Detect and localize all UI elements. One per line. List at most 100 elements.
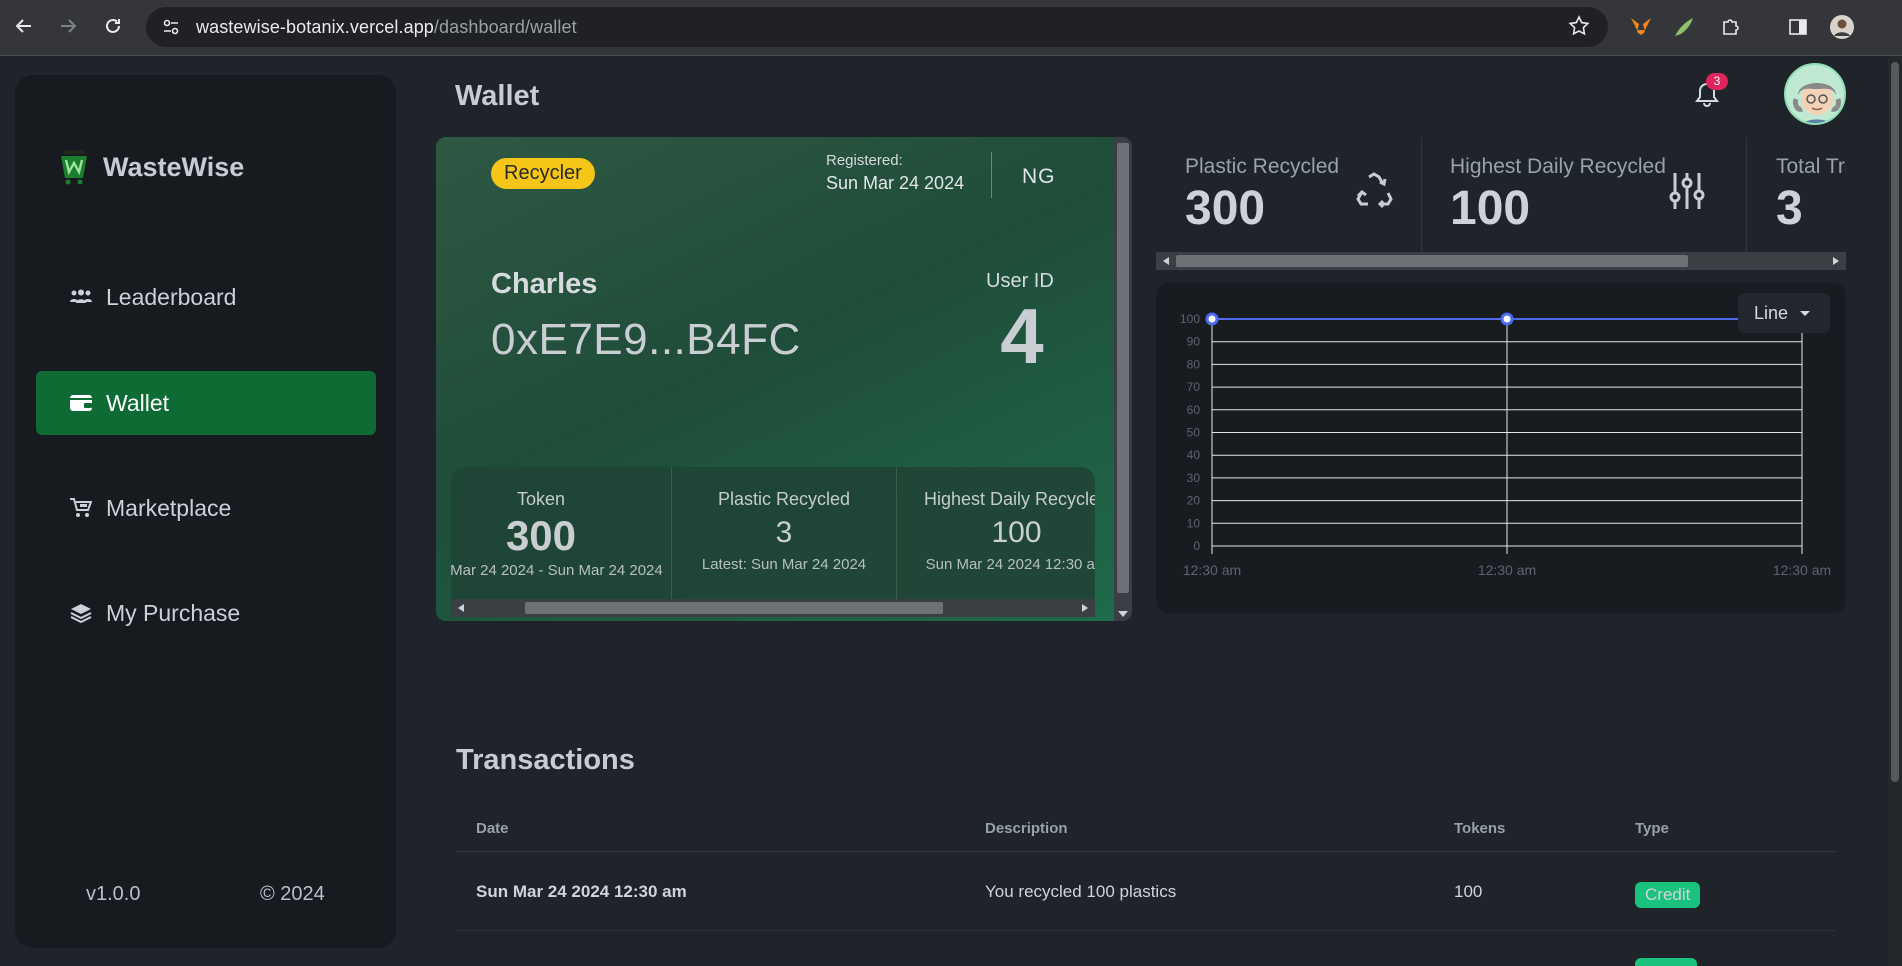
site-settings-icon[interactable] (160, 16, 182, 38)
cell-tokens: 100 (1454, 882, 1483, 901)
y-tick-label: 50 (1187, 426, 1201, 440)
sidebar-item-marketplace[interactable]: Marketplace (36, 476, 376, 540)
side-panel-icon[interactable] (1785, 14, 1811, 40)
y-tick-label: 80 (1187, 357, 1201, 371)
scroll-right-arrow-icon[interactable] (1833, 257, 1839, 265)
scroll-left-arrow-icon[interactable] (458, 604, 464, 612)
sidebar-item-my-purchase[interactable]: My Purchase (36, 581, 376, 645)
y-tick-label: 20 (1187, 494, 1201, 508)
app-version: v1.0.0 (86, 883, 141, 905)
stat-value: 100 (991, 516, 1042, 549)
scroll-right-arrow-icon[interactable] (1082, 604, 1088, 612)
metamask-extension-icon[interactable] (1628, 14, 1654, 40)
summary-horizontal-scrollbar[interactable] (1156, 252, 1846, 270)
chart-type-select[interactable]: Line (1738, 293, 1830, 333)
column-header-description[interactable]: Description (985, 820, 1068, 837)
reload-icon[interactable] (99, 12, 127, 40)
summary-value: 3 (1776, 182, 1803, 235)
layers-icon (66, 603, 96, 623)
user-id-value: 4 (1000, 292, 1044, 380)
sidebar-item-leaderboard[interactable]: Leaderboard (36, 265, 376, 329)
extension-icon[interactable] (1671, 14, 1697, 40)
card-vertical-scrollbar[interactable] (1114, 137, 1132, 621)
stat-value: 300 (505, 512, 577, 559)
transactions-table: Date Description Tokens Type Sun Mar 24 … (456, 808, 1836, 931)
brand[interactable]: WasteWise (59, 149, 244, 185)
y-tick-label: 90 (1187, 335, 1201, 349)
table-row[interactable]: Sun Mar 24 2024 12:30 am You recycled 10… (456, 852, 1836, 931)
sidebar-item-label: Leaderboard (106, 283, 237, 310)
stat-sub: Sun Mar 24 2024 12:30 am (925, 556, 1095, 573)
x-tick-label: 12:30 am (1478, 562, 1536, 578)
type-badge: Credit (1635, 882, 1701, 908)
stat-highest-daily: Highest Daily Recycled 100 Sun Mar 24 20… (896, 467, 1095, 603)
wallet-icon (66, 394, 96, 412)
y-tick-label: 100 (1180, 312, 1200, 326)
url-text: wastewise-botanix.vercel.app/dashboard/w… (196, 17, 577, 38)
registered-date: Sun Mar 24 2024 (826, 173, 965, 193)
column-header-tokens[interactable]: Tokens (1454, 820, 1505, 837)
page-vertical-scrollbar[interactable] (1888, 56, 1902, 966)
summary-stats[interactable]: Plastic Recycled 300 Highest Daily Recyc… (1156, 137, 1846, 252)
column-header-date[interactable]: Date (476, 820, 509, 837)
stat-plastic-recycled: Plastic Recycled 3 Latest: Sun Mar 24 20… (671, 467, 896, 603)
registered-label: Registered: (826, 152, 903, 169)
summary-value: 100 (1450, 182, 1531, 235)
url-host: wastewise-botanix.vercel.app (196, 16, 434, 37)
stats-horizontal-scrollbar[interactable] (451, 599, 1095, 617)
scrollbar-thumb[interactable] (525, 602, 943, 614)
cart-icon (66, 498, 96, 518)
x-tick-label: 12:30 am (1773, 562, 1831, 578)
profile-avatar-icon[interactable] (1829, 14, 1855, 40)
extensions-puzzle-icon[interactable] (1718, 14, 1744, 40)
cell-description: You recycled 100 plastics (985, 882, 1177, 901)
chevron-down-icon (1800, 310, 1811, 316)
sidebar-item-label: Wallet (106, 389, 170, 416)
column-header-type[interactable]: Type (1635, 820, 1669, 837)
chart-type-value: Line (1754, 302, 1789, 323)
country-code: NG (1022, 165, 1056, 188)
sidebar-item-label: My Purchase (106, 599, 241, 626)
y-tick-label: 10 (1187, 516, 1201, 530)
summary-plastic-recycled: Plastic Recycled 300 (1156, 137, 1421, 252)
sliders-icon (1665, 169, 1709, 213)
y-tick-label: 40 (1187, 448, 1201, 462)
chart-card: 0 10 20 30 40 50 60 70 80 90 100 12:30 am 12:30 am 12… (1156, 283, 1846, 613)
scrollbar-thumb[interactable] (1176, 255, 1688, 267)
copyright: © 2024 (260, 883, 325, 905)
transactions-title: Transactions (456, 744, 635, 776)
summary-label: Total Transactions (1776, 155, 1846, 178)
scrollbar-thumb[interactable] (1117, 143, 1129, 593)
back-icon[interactable] (10, 12, 38, 40)
role-badge: Recycler (491, 158, 595, 189)
sidebar: WasteWise Leaderboard Wallet Marketplace… (15, 75, 396, 948)
stat-sub: Latest: Sun Mar 24 2024 (701, 556, 867, 573)
scroll-down-arrow-icon[interactable] (1118, 611, 1128, 617)
scroll-left-arrow-icon[interactable] (1163, 257, 1169, 265)
scrollbar-thumb[interactable] (1891, 62, 1899, 782)
data-point (1500, 312, 1514, 326)
cell-date: Sun Mar 24 2024 12:30 am (476, 882, 687, 901)
y-tick-label: 30 (1187, 471, 1201, 485)
summary-highest-daily: Highest Daily Recycled 100 (1421, 137, 1746, 252)
wallet-card: Recycler Registered: Sun Mar 24 2024 NG … (436, 137, 1132, 621)
wastewise-logo-icon (61, 150, 87, 185)
recycle-icon (1352, 169, 1396, 213)
table-header: Date Description Tokens Type (456, 808, 1836, 852)
y-tick-label: 70 (1187, 380, 1201, 394)
type-badge-partial (1635, 958, 1697, 966)
address-bar[interactable]: wastewise-botanix.vercel.app/dashboard/w… (146, 7, 1608, 47)
page-title: Wallet (455, 80, 540, 112)
forward-icon[interactable] (54, 12, 82, 40)
sidebar-item-wallet[interactable]: Wallet (36, 371, 376, 435)
bookmark-star-icon[interactable] (1568, 15, 1590, 42)
stat-label: Plastic Recycled (717, 489, 851, 509)
user-avatar[interactable] (1784, 63, 1846, 125)
y-tick-label: 60 (1187, 403, 1201, 417)
summary-value: 300 (1185, 182, 1266, 235)
divider (991, 152, 992, 198)
users-icon (66, 289, 96, 305)
stat-label: Token (516, 489, 566, 509)
wallet-stats-strip[interactable]: Token 300 Sun Mar 24 2024 - Sun Mar 24 2… (451, 467, 1095, 617)
stat-sub: Sun Mar 24 2024 - Sun Mar 24 2024 (451, 562, 663, 579)
